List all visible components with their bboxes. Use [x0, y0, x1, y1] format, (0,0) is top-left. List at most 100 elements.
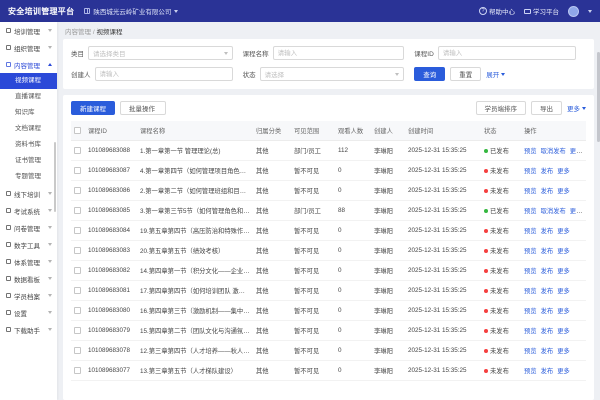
action-link[interactable]: 发布 [541, 248, 554, 255]
sidebar-item[interactable]: 学员档案 [0, 287, 57, 304]
action-link[interactable]: 更多 [557, 308, 570, 315]
action-link[interactable]: 更多 [557, 228, 570, 235]
sidebar-scrollbar[interactable] [54, 142, 56, 212]
action-link[interactable]: 预览 [524, 308, 537, 315]
category: 其他 [253, 201, 291, 221]
action-link[interactable]: 发布 [541, 268, 554, 275]
actions-cell: 预览取消发布更多 [521, 141, 586, 161]
sidebar-subitem[interactable]: 知识库 [0, 105, 57, 121]
action-link[interactable]: 预览 [524, 348, 537, 355]
table-row: 10108968308016.第四章第三节（激励机制——集中锻炼）其他暂不可见0… [71, 301, 586, 321]
menu-icon [6, 293, 11, 298]
status-select[interactable]: 请选择 [260, 67, 405, 81]
action-link[interactable]: 更多 [557, 248, 570, 255]
action-link[interactable]: 取消发布 [541, 208, 566, 215]
action-link[interactable]: 取消发布 [541, 148, 566, 155]
sidebar-subitem[interactable]: 资料书库 [0, 137, 57, 153]
action-link[interactable]: 发布 [541, 368, 554, 375]
action-link[interactable]: 发布 [541, 288, 554, 295]
select-all-checkbox[interactable] [74, 127, 81, 134]
sidebar-subitem[interactable]: 证书管理 [0, 153, 57, 169]
action-link[interactable]: 预览 [524, 288, 537, 295]
sidebar-item[interactable]: 数据看板 [0, 270, 57, 287]
student-sort-button[interactable]: 学员端排序 [476, 101, 527, 115]
breadcrumb-parent[interactable]: 内容管理 [65, 29, 91, 36]
action-link[interactable]: 预览 [524, 188, 537, 195]
action-link[interactable]: 预览 [524, 268, 537, 275]
sidebar-subitem[interactable]: 专题管理 [0, 169, 57, 185]
action-link[interactable]: 更多 [557, 188, 570, 195]
learning-portal-link[interactable]: 学习平台 [524, 6, 559, 16]
row-checkbox[interactable] [74, 187, 81, 194]
avatar[interactable] [568, 6, 579, 17]
sidebar-item[interactable]: 培训管理 [0, 22, 57, 39]
sidebar-subitem[interactable]: 视频课程 [0, 73, 57, 89]
creator-input[interactable] [95, 67, 233, 81]
sidebar-item[interactable]: 数字工具 [0, 236, 57, 253]
row-checkbox[interactable] [74, 267, 81, 274]
action-link[interactable]: 预览 [524, 168, 537, 175]
action-link[interactable]: 预览 [524, 248, 537, 255]
row-checkbox[interactable] [74, 327, 81, 334]
sidebar-item-label: 下载助手 [14, 325, 40, 335]
reset-button[interactable]: 重置 [450, 67, 481, 81]
category-select[interactable]: 请选择类目 [88, 46, 233, 60]
course-id: 101089683088 [85, 141, 137, 161]
action-link[interactable]: 更多 [557, 368, 570, 375]
action-link[interactable]: 发布 [541, 228, 554, 235]
action-link[interactable]: 更多 [570, 208, 583, 215]
sidebar-subitem[interactable]: 文档课程 [0, 121, 57, 137]
sidebar-subitem[interactable]: 直播课程 [0, 89, 57, 105]
row-checkbox[interactable] [74, 307, 81, 314]
row-checkbox[interactable] [74, 247, 81, 254]
sidebar-item[interactable]: 考试系统 [0, 202, 57, 219]
row-checkbox[interactable] [74, 287, 81, 294]
visibility: 暂不可见 [291, 161, 335, 181]
row-checkbox[interactable] [74, 147, 81, 154]
action-link[interactable]: 更多 [557, 268, 570, 275]
row-checkbox[interactable] [74, 347, 81, 354]
action-link[interactable]: 更多 [557, 328, 570, 335]
action-link[interactable]: 发布 [541, 308, 554, 315]
action-link[interactable]: 更多 [557, 288, 570, 295]
action-link[interactable]: 更多 [570, 148, 583, 155]
row-checkbox[interactable] [74, 207, 81, 214]
search-button[interactable]: 查询 [414, 67, 445, 81]
more-button[interactable]: 更多 [567, 103, 586, 113]
chevron-down-icon[interactable] [588, 10, 592, 13]
action-link[interactable]: 更多 [557, 168, 570, 175]
course-id-input[interactable] [438, 46, 576, 60]
action-link[interactable]: 发布 [541, 188, 554, 195]
action-link[interactable]: 发布 [541, 168, 554, 175]
row-checkbox[interactable] [74, 167, 81, 174]
action-link[interactable]: 更多 [557, 348, 570, 355]
course-name-input[interactable] [273, 46, 405, 60]
table-row: 10108968307812.第三章第四节（人才培养——秋人心态）其他暂不可见0… [71, 341, 586, 361]
column-header: 创建人 [371, 121, 405, 141]
sidebar-item[interactable]: 体系管理 [0, 253, 57, 270]
action-link[interactable]: 发布 [541, 328, 554, 335]
sidebar-item[interactable]: 设置 [0, 304, 57, 321]
action-link[interactable]: 预览 [524, 368, 537, 375]
action-link[interactable]: 预览 [524, 228, 537, 235]
company-switcher[interactable]: 陕西城光云岭矿业有限公司 [84, 6, 178, 16]
expand-filters-link[interactable]: 展开 [486, 69, 505, 79]
action-link[interactable]: 预览 [524, 148, 537, 155]
row-checkbox[interactable] [74, 227, 81, 234]
status-cell: 未发布 [481, 341, 521, 361]
help-center-link[interactable]: ? 帮助中心 [479, 6, 515, 16]
new-course-button[interactable]: 新建课程 [71, 101, 115, 115]
action-link[interactable]: 预览 [524, 328, 537, 335]
sidebar-item[interactable]: 问卷管理 [0, 219, 57, 236]
sidebar-item[interactable]: 下载助手 [0, 321, 57, 338]
batch-actions-button[interactable]: 批量操作 [120, 101, 166, 115]
sidebar-item[interactable]: 内容管理 [0, 56, 57, 73]
action-link[interactable]: 发布 [541, 348, 554, 355]
export-button[interactable]: 导出 [531, 101, 562, 115]
sidebar-item[interactable]: 线下培训 [0, 185, 57, 202]
views: 0 [335, 361, 371, 381]
row-checkbox[interactable] [74, 367, 81, 374]
action-link[interactable]: 预览 [524, 208, 537, 215]
created-time: 2025-12-31 15:35:25 [405, 341, 481, 361]
sidebar-item[interactable]: 组织管理 [0, 39, 57, 56]
